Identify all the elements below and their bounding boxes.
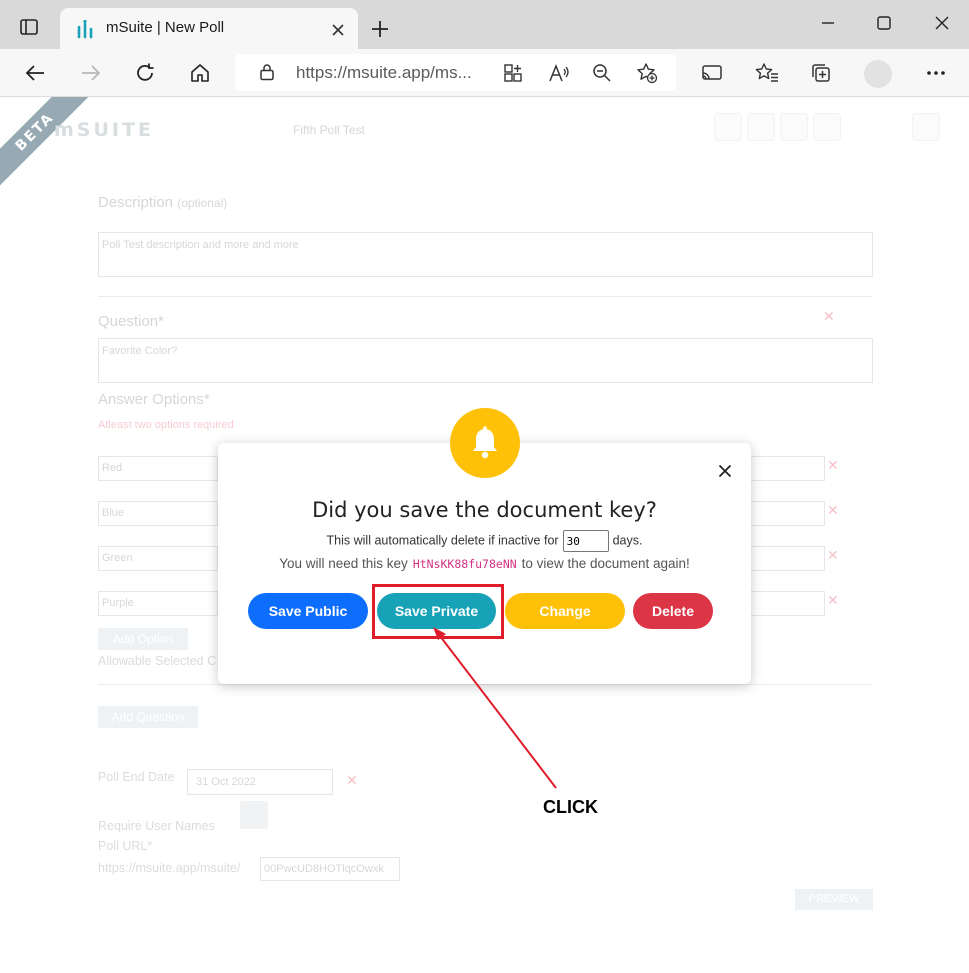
inactive-prefix: This will automatically delete if inacti… bbox=[326, 533, 559, 548]
document-key[interactable]: HtNsKK88fu78eNN bbox=[413, 557, 517, 571]
read-aloud-icon[interactable] bbox=[547, 62, 571, 84]
zoom-out-icon[interactable] bbox=[591, 62, 613, 84]
close-window-icon[interactable] bbox=[931, 12, 953, 34]
profile-icon[interactable] bbox=[863, 59, 893, 89]
tab-actions-icon[interactable] bbox=[18, 16, 40, 38]
minimize-icon[interactable] bbox=[817, 12, 839, 34]
msuite-logo-icon bbox=[74, 18, 96, 40]
new-tab-icon[interactable] bbox=[368, 17, 392, 41]
add-favorite-icon[interactable] bbox=[635, 62, 659, 84]
maximize-icon[interactable] bbox=[873, 12, 895, 34]
cast-icon[interactable] bbox=[700, 62, 724, 84]
app-available-icon[interactable] bbox=[502, 62, 524, 84]
favorites-icon[interactable] bbox=[754, 61, 780, 85]
click-annotation-label: CLICK bbox=[543, 797, 598, 817]
more-icon[interactable] bbox=[924, 61, 948, 85]
tab-title: mSuite | New Poll bbox=[106, 19, 225, 36]
key-notice: You will need this key HtNsKK88fu78eNN to … bbox=[218, 556, 751, 571]
change-password-button[interactable]: Change Password bbox=[505, 593, 625, 655]
close-icon[interactable] bbox=[713, 459, 737, 483]
delete-button[interactable]: Delete bbox=[633, 593, 713, 629]
browser-toolbar: https://msuite.app/ms... bbox=[0, 49, 969, 97]
inactive-suffix: days. bbox=[612, 533, 643, 548]
url-text[interactable]: https://msuite.app/ms... bbox=[296, 63, 472, 83]
lock-icon[interactable] bbox=[257, 62, 277, 82]
inactive-notice: This will automatically delete if inacti… bbox=[218, 530, 751, 552]
close-tab-icon[interactable] bbox=[328, 20, 348, 40]
browser-tab-bar: mSuite | New Poll bbox=[0, 0, 969, 50]
collections-icon[interactable] bbox=[809, 61, 833, 85]
home-icon[interactable] bbox=[188, 61, 212, 85]
save-public-button[interactable]: Save Public bbox=[248, 593, 368, 629]
dialog-title: Did you save the document key? bbox=[312, 498, 657, 522]
bell-icon bbox=[450, 408, 520, 478]
key-suffix: to view the document again! bbox=[521, 556, 690, 571]
inactive-days-input[interactable] bbox=[562, 530, 609, 552]
key-prefix: You will need this key bbox=[279, 556, 408, 571]
active-tab[interactable]: mSuite | New Poll bbox=[60, 8, 358, 50]
click-highlight-box bbox=[372, 584, 504, 639]
address-bar[interactable]: https://msuite.app/ms... bbox=[235, 54, 676, 91]
forward-icon[interactable] bbox=[78, 61, 104, 85]
back-icon[interactable] bbox=[22, 61, 48, 85]
refresh-icon[interactable] bbox=[133, 61, 157, 85]
